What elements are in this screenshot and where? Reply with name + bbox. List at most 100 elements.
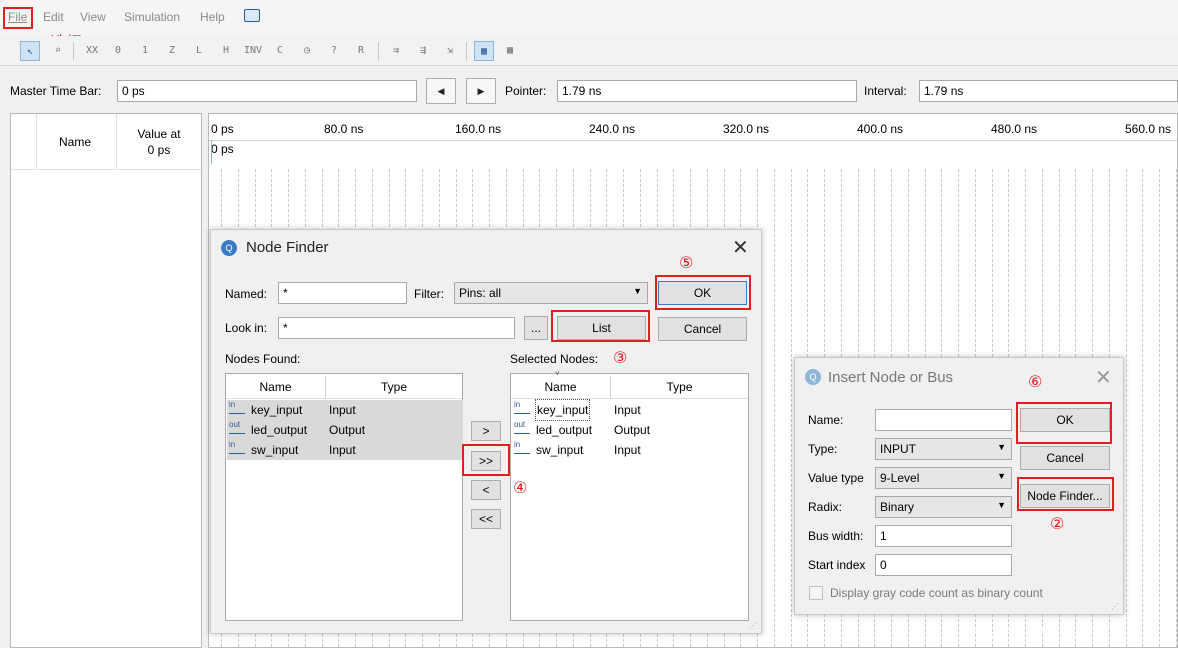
file-highlight-box (3, 7, 33, 29)
forcing-high-icon[interactable]: 1 (135, 41, 155, 61)
bus-width-input[interactable]: 1 (875, 525, 1012, 547)
chevron-down-icon: ▼ (997, 471, 1006, 481)
count-value-icon[interactable]: C (270, 41, 290, 61)
menu-simulation[interactable]: Simulation (124, 10, 180, 24)
name-input[interactable] (875, 409, 1012, 431)
selection-tool-icon[interactable]: ↖ (20, 41, 40, 61)
previous-transition-button[interactable]: ◀ (426, 78, 456, 104)
gray-code-label: Display gray code count as binary count (830, 586, 1043, 600)
nodes-found-type-header[interactable]: Type (326, 376, 462, 398)
run-functional-simulation-icon[interactable]: ⇉ (386, 41, 406, 61)
node-type: Output (329, 423, 366, 437)
random-values-icon[interactable]: ? (324, 41, 344, 61)
close-icon[interactable]: ✕ (1095, 365, 1112, 390)
nodes-found-list[interactable]: Name Type in key_input Input out led_out… (225, 373, 463, 621)
annotation-step-3: ③ (613, 350, 628, 367)
filter-select[interactable]: Pins: all ▼ (454, 282, 648, 304)
resize-grip-icon[interactable]: ⋰ (749, 621, 759, 631)
overwrite-clock-icon[interactable]: ◷ (297, 41, 317, 61)
feedback-icon[interactable] (244, 9, 260, 22)
generate-netlist-icon[interactable]: ⇲ (440, 41, 460, 61)
list-item[interactable]: in key_input Input (512, 399, 749, 421)
pointer-field[interactable]: 1.79 ns (557, 80, 857, 102)
remove-selected-button[interactable]: < (471, 480, 501, 500)
cancel-button[interactable]: Cancel (658, 317, 747, 341)
look-in-input[interactable]: * (278, 317, 515, 339)
type-value: INPUT (880, 442, 916, 456)
next-transition-button[interactable]: ▶ (466, 78, 496, 104)
gray-code-checkbox[interactable] (809, 586, 823, 600)
snap-to-grid-icon[interactable]: ▦ (474, 41, 494, 61)
resize-grip-icon[interactable]: ⋰ (1111, 602, 1121, 612)
node-type: Output (614, 423, 651, 437)
weak-high-icon[interactable]: H (216, 41, 236, 61)
grid-line (1125, 169, 1127, 647)
remove-all-button[interactable]: << (471, 509, 501, 529)
list-highlight-box (551, 310, 650, 342)
zoom-tool-icon[interactable]: ⌕ (48, 41, 68, 61)
value-type-select[interactable]: 9-Level ▼ (875, 467, 1012, 489)
invert-icon[interactable]: INV (243, 41, 263, 61)
list-item[interactable]: in key_input Input (227, 400, 463, 420)
quartus-logo-icon: Q (221, 240, 237, 256)
grid-icon[interactable]: ▩ (500, 41, 520, 61)
menu-edit[interactable]: Edit (43, 10, 64, 24)
name-label: Name: (808, 413, 844, 427)
node-type: Input (329, 403, 356, 417)
time-tick: 480.0 ns (991, 122, 1038, 136)
time-cursor[interactable] (211, 140, 212, 164)
node-name: led_output (251, 423, 308, 437)
annotation-step-5: ⑤ (679, 255, 694, 272)
start-index-input[interactable]: 0 (875, 554, 1012, 576)
list-item[interactable]: in sw_input Input (512, 440, 749, 460)
list-item[interactable]: in sw_input Input (227, 440, 463, 460)
browse-button[interactable]: ... (524, 316, 548, 340)
nodes-found-name-header[interactable]: Name (226, 376, 326, 398)
add-selected-button[interactable]: > (471, 421, 501, 441)
radix-select[interactable]: Binary ▼ (875, 496, 1012, 518)
quartus-logo-icon: Q (805, 369, 821, 385)
high-impedance-icon[interactable]: Z (162, 41, 182, 61)
header-divider (11, 169, 201, 170)
forcing-unknown-icon[interactable]: XX (82, 41, 102, 61)
interval-field[interactable]: 1.79 ns (919, 80, 1178, 102)
run-timing-simulation-icon[interactable]: ⇶ (413, 41, 433, 61)
value-type-value: 9-Level (880, 471, 920, 485)
type-select[interactable]: INPUT ▼ (875, 438, 1012, 460)
name-column-header[interactable]: Name (59, 135, 91, 149)
list-item[interactable]: out led_output Output (512, 420, 749, 440)
forcing-low-icon[interactable]: 0 (108, 41, 128, 61)
toolbar-separator (378, 42, 379, 60)
selected-nodes-name-header[interactable]: Name (511, 376, 611, 398)
named-label: Named: (225, 287, 268, 301)
chevron-down-icon: ▼ (997, 442, 1006, 452)
menu-help[interactable]: Help (200, 10, 225, 24)
input-pin-icon: in (514, 401, 534, 417)
selected-nodes-type-header[interactable]: Type (611, 376, 748, 398)
grid-line (1175, 169, 1177, 647)
menu-view[interactable]: View (80, 10, 106, 24)
weak-low-icon[interactable]: L (189, 41, 209, 61)
named-input[interactable]: * (278, 282, 407, 304)
arbitrary-value-icon[interactable]: R (351, 41, 371, 61)
toolbar: ↖ ⌕ XX 0 1 Z L H INV C ◷ ? R ⇉ ⇶ ⇲ ▦ ▩ (0, 36, 1178, 66)
ruler-divider (209, 140, 1177, 141)
type-label: Type: (808, 442, 838, 456)
sort-indicator-icon: ˅ (555, 369, 560, 378)
close-icon[interactable]: ✕ (732, 235, 749, 260)
toolbar-separator (466, 42, 467, 60)
insert-cancel-button[interactable]: Cancel (1020, 446, 1110, 470)
pointer-label: Pointer: (505, 84, 547, 98)
node-name: led_output (536, 423, 593, 437)
annotation-step-4: ④ (513, 480, 528, 497)
chevron-down-icon: ▼ (633, 286, 642, 296)
insert-ok-highlight-box (1016, 402, 1112, 444)
value-column-header[interactable]: Value at 0 ps (123, 126, 195, 158)
master-time-bar-field[interactable]: 0 ps (117, 80, 417, 102)
node-name: key_input (534, 399, 591, 421)
selected-nodes-list[interactable]: Name Type ˅ in key_input Input out led_o… (510, 369, 749, 621)
interval-label: Interval: (864, 84, 907, 98)
list-item[interactable]: out led_output Output (227, 420, 463, 440)
filter-value: Pins: all (459, 286, 502, 300)
signal-list-panel[interactable]: Name Value at 0 ps (10, 113, 202, 648)
